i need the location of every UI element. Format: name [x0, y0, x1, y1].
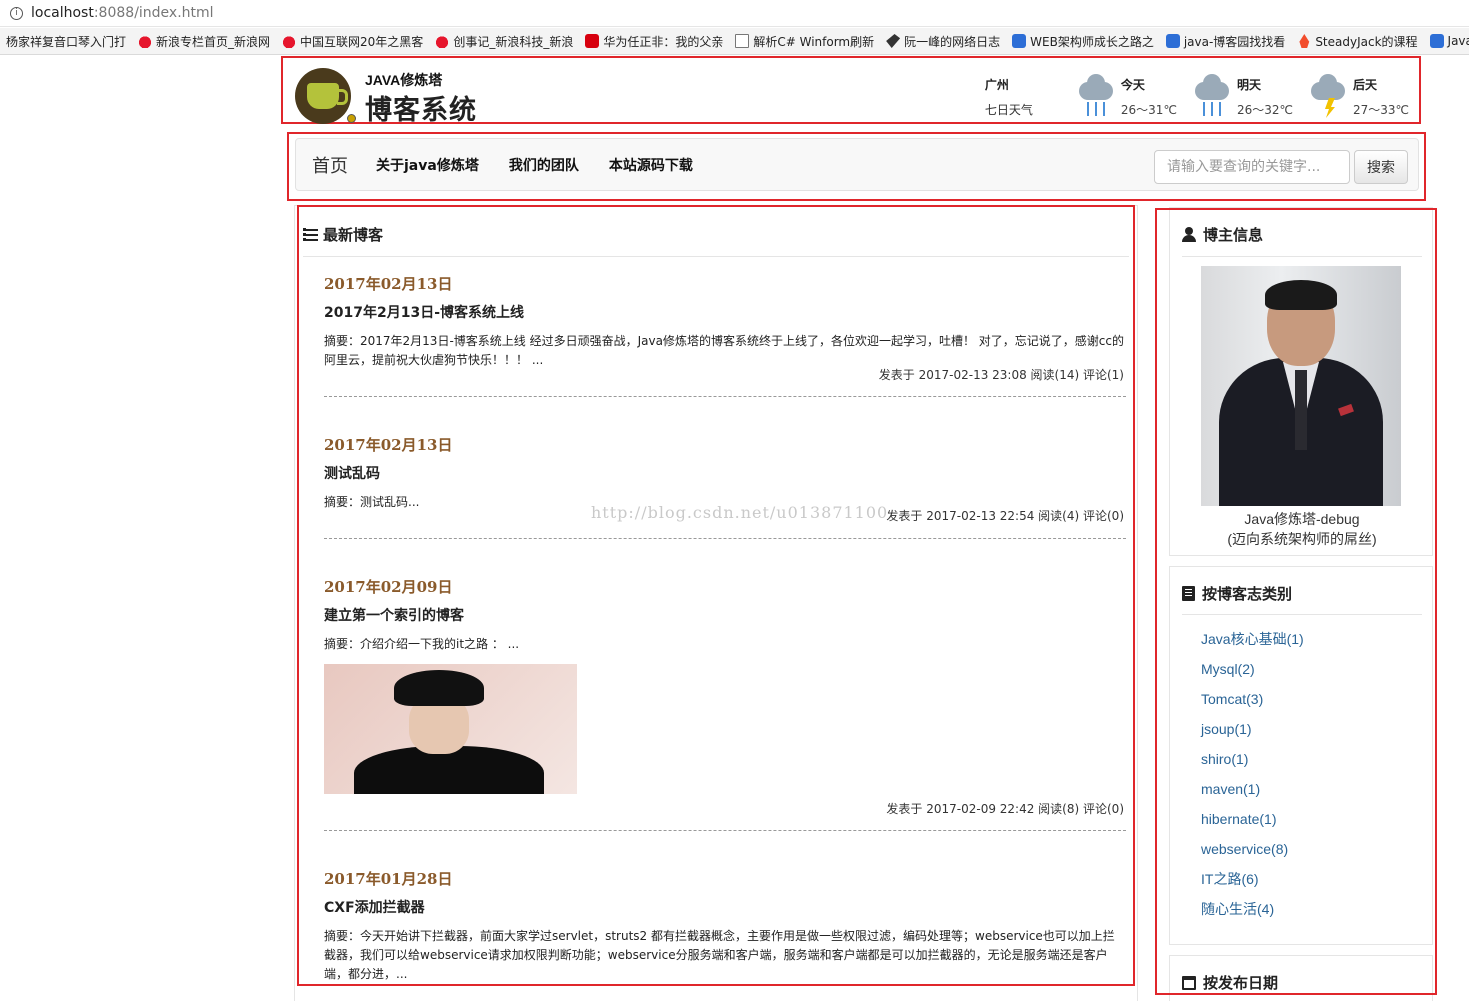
- search-form: 搜索: [1154, 150, 1408, 184]
- bookmark-weibo-icon: [138, 34, 153, 48]
- site-header: JAVA修炼塔 博客系统 广州 七日天气 今天 26～31℃ 明天 26～32℃ 后…: [281, 56, 1421, 127]
- bookmark-label: 中国互联网20年之黑客: [300, 34, 424, 49]
- bookmark-blue-icon: [1165, 34, 1180, 48]
- bookmark-label: 新浪专栏首页_新浪网: [156, 34, 271, 49]
- nav-link-source[interactable]: 本站源码下载: [609, 155, 693, 175]
- highlight-box: [297, 205, 1135, 986]
- highlight-box: [1155, 208, 1437, 995]
- bookmark-label: WEB架构师成长之路之: [1030, 34, 1154, 49]
- weather-today: 今天 26～31℃: [1077, 74, 1177, 120]
- url-path: :8088/index.html: [93, 5, 214, 21]
- bookmark-item[interactable]: java-博客园找找看: [1160, 33, 1291, 50]
- navbar: 首页 关于java修炼塔 我们的团队 本站源码下载 搜索: [295, 138, 1419, 191]
- bookmark-label: 华为任正非：我的父亲: [603, 34, 724, 49]
- nav-region: 首页 关于java修炼塔 我们的团队 本站源码下载 搜索: [287, 132, 1426, 201]
- bookmark-doc-icon: [735, 34, 750, 48]
- logo-dot: [347, 114, 356, 123]
- logo-subtitle: JAVA修炼塔: [365, 72, 443, 88]
- logo-title[interactable]: 博客系统: [365, 88, 477, 127]
- bookmark-item[interactable]: 创事记_新浪科技_新浪: [429, 33, 579, 50]
- bookmark-label: 创事记_新浪科技_新浪: [453, 34, 574, 49]
- bookmark-label: Java: [1447, 34, 1469, 48]
- search-button[interactable]: 搜索: [1354, 150, 1408, 184]
- bookmark-it-icon: [585, 34, 600, 48]
- bookmark-label: java-博客园找找看: [1183, 34, 1286, 49]
- bookmark-item[interactable]: 中国互联网20年之黑客: [276, 33, 429, 50]
- rain-icon: [1077, 74, 1117, 120]
- bookmark-weibo-icon: [435, 34, 450, 48]
- bookmark-item[interactable]: 阮一峰的网络日志: [880, 33, 1006, 50]
- logo-icon[interactable]: [295, 68, 351, 124]
- search-input[interactable]: [1154, 150, 1350, 184]
- bookmark-item[interactable]: 华为任正非：我的父亲: [579, 33, 729, 50]
- weather-widget: 广州 七日天气 今天 26～31℃ 明天 26～32℃ 后天 27～33℃: [984, 74, 1409, 120]
- bookmark-item[interactable]: 新浪专栏首页_新浪网: [132, 33, 276, 50]
- bookmark-label: 阮一峰的网络日志: [904, 34, 1001, 49]
- bookmark-item[interactable]: SteadyJack的课程: [1291, 33, 1423, 50]
- bookmarks-bar: 杨家祥复音口琴入门打 新浪专栏首页_新浪网 中国互联网20年之黑客 创事记_新浪科技_…: [0, 28, 1469, 55]
- bookmark-item[interactable]: 解析C# Winform刷新: [729, 33, 880, 50]
- bookmark-flame-icon: [1299, 34, 1310, 48]
- bookmark-label: 解析C# Winform刷新: [753, 34, 875, 49]
- bookmark-item[interactable]: 杨家祥复音口琴入门打: [0, 33, 132, 50]
- bookmark-blue-icon: [1429, 34, 1444, 48]
- rain-icon: [1193, 74, 1233, 120]
- bookmark-blue-icon: [1012, 34, 1027, 48]
- bookmark-label: SteadyJack的课程: [1315, 34, 1418, 49]
- nav-link-about[interactable]: 关于java修炼塔: [376, 155, 479, 175]
- weather-tomorrow: 明天 26～32℃: [1193, 74, 1293, 120]
- url-host: localhost: [31, 5, 94, 21]
- bookmark-label: 杨家祥复音口琴入门打: [6, 34, 127, 49]
- info-icon[interactable]: i: [10, 6, 23, 20]
- address-bar[interactable]: i localhost :8088/index.html: [0, 0, 1469, 27]
- thunderstorm-icon: [1309, 74, 1349, 120]
- bookmark-weibo-icon: [282, 34, 297, 48]
- nav-home-link[interactable]: 首页: [312, 152, 348, 178]
- weather-city: 广州 七日天气: [984, 78, 1033, 117]
- nav-link-team[interactable]: 我们的团队: [509, 155, 579, 175]
- bookmark-item[interactable]: Java: [1424, 34, 1469, 48]
- weather-day-after: 后天 27～33℃: [1309, 74, 1409, 120]
- bookmark-bird-icon: [886, 34, 901, 48]
- bookmark-item[interactable]: WEB架构师成长之路之: [1006, 33, 1160, 50]
